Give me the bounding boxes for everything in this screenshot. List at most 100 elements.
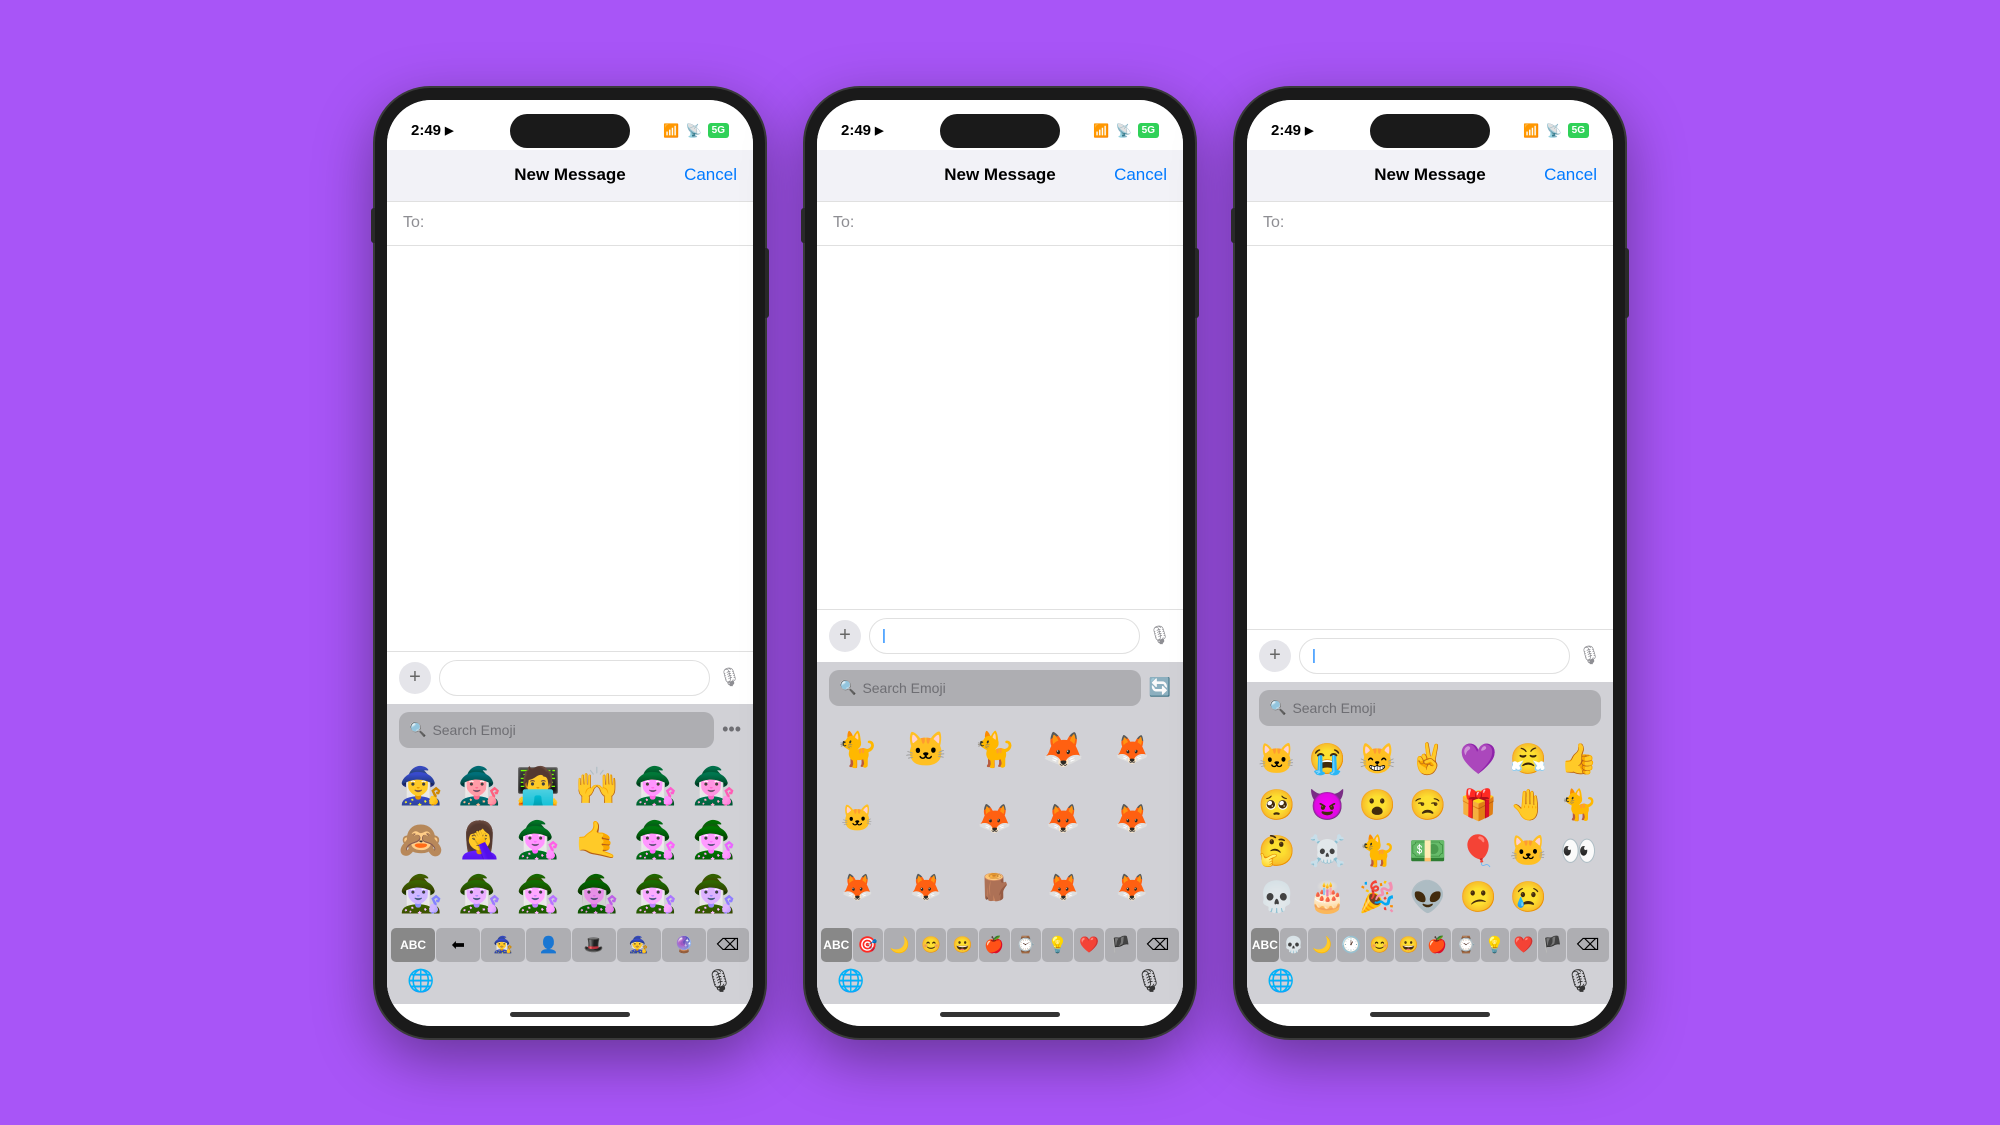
emoji-result-cell[interactable]: 🐱 bbox=[1506, 830, 1550, 874]
cat-key-3f[interactable]: 🍎 bbox=[1423, 928, 1451, 962]
abc-key-2[interactable]: ABC bbox=[821, 928, 852, 962]
sticker-cell[interactable]: 🦊 bbox=[1168, 786, 1183, 851]
mic-bottom-button-2[interactable]: 🎙 bbox=[1135, 968, 1163, 994]
cat-key-2g[interactable]: 💡 bbox=[1042, 928, 1073, 962]
cat-key-2b[interactable]: 🌙 bbox=[884, 928, 915, 962]
emoji-cell[interactable]: 🧙‍♀️ bbox=[630, 868, 682, 920]
emoji-cell[interactable]: 🧙‍♀️ bbox=[512, 814, 564, 866]
abc-key-3[interactable]: ABC bbox=[1251, 928, 1279, 962]
sticker-cell[interactable]: 🦊 bbox=[825, 855, 890, 920]
plus-button-2[interactable]: + bbox=[829, 620, 861, 652]
sticker-cell[interactable]: 🦊 bbox=[1031, 855, 1096, 920]
sticker-cell[interactable]: 🦊 bbox=[1100, 855, 1165, 920]
cat-key-wizard[interactable]: 🧙 bbox=[617, 928, 661, 962]
emoji-cell[interactable]: 🧙‍♀️ bbox=[395, 868, 447, 920]
delete-key-2[interactable]: ⌫ bbox=[1137, 928, 1179, 962]
emoji-result-cell[interactable]: 👽 bbox=[1406, 876, 1450, 920]
sticker-cell[interactable]: 🦊 bbox=[1031, 718, 1096, 783]
cancel-button-2[interactable]: Cancel bbox=[1114, 165, 1167, 185]
emoji-result-cell[interactable]: 😭 bbox=[1305, 738, 1349, 782]
emoji-search-bar-2[interactable]: 🔍 Search Emoji bbox=[829, 670, 1141, 706]
back-key-1[interactable]: ⬅ bbox=[436, 928, 480, 962]
globe-button-2[interactable]: 🌐 bbox=[837, 968, 864, 994]
cat-key-2h[interactable]: ❤️ bbox=[1074, 928, 1105, 962]
sticker-cell[interactable]: 🐱 bbox=[825, 786, 890, 851]
emoji-result-cell[interactable]: ☠️ bbox=[1305, 830, 1349, 874]
cat-key-3e[interactable]: 😀 bbox=[1395, 928, 1423, 962]
cat-key-3a[interactable]: 💀 bbox=[1280, 928, 1308, 962]
cat-key-2i[interactable]: 🏴 bbox=[1105, 928, 1136, 962]
globe-button-1[interactable]: 🌐 bbox=[407, 968, 434, 994]
emoji-cell[interactable]: 🧑‍💻 bbox=[512, 760, 564, 812]
sticker-cell[interactable]: 🦊 bbox=[1168, 718, 1183, 783]
emoji-cell[interactable]: 🙈 bbox=[395, 814, 447, 866]
emoji-result-cell[interactable]: 🐱 bbox=[1255, 738, 1299, 782]
emoji-result-cell[interactable]: 🎈 bbox=[1456, 830, 1500, 874]
cat-key-3j[interactable]: 🏴 bbox=[1538, 928, 1566, 962]
emoji-cell[interactable]: 🧙‍♀️ bbox=[630, 814, 682, 866]
to-field-1[interactable]: To: bbox=[387, 202, 753, 246]
emoji-search-bar-1[interactable]: 🔍 Search Emoji bbox=[399, 712, 714, 748]
message-body-2[interactable] bbox=[817, 246, 1183, 609]
sticker-cell[interactable]: 🐱 bbox=[894, 718, 959, 783]
emoji-result-cell[interactable]: 🤔 bbox=[1255, 830, 1299, 874]
cat-key-hat[interactable]: 🎩 bbox=[572, 928, 616, 962]
cancel-button-1[interactable]: Cancel bbox=[684, 165, 737, 185]
emoji-search-bar-3[interactable]: 🔍 Search Emoji bbox=[1259, 690, 1601, 726]
sticker-cell[interactable]: 🐈 bbox=[962, 718, 1027, 783]
cat-key-2a[interactable]: 🎯 bbox=[853, 928, 884, 962]
cat-key-3g[interactable]: ⌚ bbox=[1452, 928, 1480, 962]
emoji-result-cell[interactable]: 😕 bbox=[1456, 876, 1500, 920]
sticker-cell[interactable]: 🦊 bbox=[1031, 786, 1096, 851]
cat-key-person[interactable]: 👤 bbox=[526, 928, 570, 962]
cancel-button-3[interactable]: Cancel bbox=[1544, 165, 1597, 185]
delete-key-1[interactable]: ⌫ bbox=[707, 928, 749, 962]
emoji-result-cell[interactable]: 😈 bbox=[1305, 784, 1349, 828]
cat-key-witch[interactable]: 🧙‍♀️ bbox=[481, 928, 525, 962]
to-field-2[interactable]: To: bbox=[817, 202, 1183, 246]
emoji-result-cell[interactable]: 😢 bbox=[1506, 876, 1550, 920]
sticker-cell[interactable]: 🪵 bbox=[962, 855, 1027, 920]
emoji-result-cell[interactable]: 👀 bbox=[1557, 830, 1601, 874]
emoji-cell[interactable]: 🧙‍♀️ bbox=[688, 760, 740, 812]
mic-button-2[interactable]: 🎙 bbox=[1148, 625, 1171, 646]
cat-key-3b[interactable]: 🌙 bbox=[1308, 928, 1336, 962]
emoji-options-button-2[interactable]: 🔄 bbox=[1149, 677, 1171, 698]
cat-key-2d[interactable]: 😀 bbox=[947, 928, 978, 962]
to-field-3[interactable]: To: bbox=[1247, 202, 1613, 246]
emoji-result-cell[interactable]: 🤚 bbox=[1506, 784, 1550, 828]
message-body-1[interactable] bbox=[387, 246, 753, 651]
sticker-cell[interactable]: 🦊 bbox=[1100, 786, 1165, 851]
message-body-3[interactable] bbox=[1247, 246, 1613, 629]
emoji-result-cell[interactable]: 😒 bbox=[1406, 784, 1450, 828]
globe-button-3[interactable]: 🌐 bbox=[1267, 968, 1294, 994]
emoji-cell[interactable]: 🧙‍♀️ bbox=[454, 760, 506, 812]
emoji-result-cell[interactable]: 🎉 bbox=[1356, 876, 1400, 920]
message-input-1[interactable] bbox=[439, 660, 710, 696]
emoji-result-cell[interactable]: 🥺 bbox=[1255, 784, 1299, 828]
emoji-result-cell[interactable]: 🐈 bbox=[1356, 830, 1400, 874]
emoji-cell[interactable]: 🧙‍♀️ bbox=[571, 868, 623, 920]
emoji-result-cell[interactable]: 👍 bbox=[1557, 738, 1601, 782]
emoji-result-cell[interactable]: 😮 bbox=[1356, 784, 1400, 828]
cat-key-3i[interactable]: ❤️ bbox=[1510, 928, 1538, 962]
mic-button-3[interactable]: 🎙 bbox=[1578, 645, 1601, 666]
cat-key-3d[interactable]: 😊 bbox=[1366, 928, 1394, 962]
emoji-options-button-1[interactable]: ••• bbox=[722, 719, 741, 740]
sticker-cell[interactable]: 🦊 bbox=[962, 786, 1027, 851]
emoji-cell[interactable]: 🧙‍♀️ bbox=[454, 868, 506, 920]
sticker-cell[interactable]: 🦊 bbox=[1100, 718, 1165, 783]
emoji-cell[interactable]: 🧙‍♀️ bbox=[688, 814, 740, 866]
emoji-result-cell[interactable]: 💜 bbox=[1456, 738, 1500, 782]
emoji-cell[interactable]: 🧙‍♀️ bbox=[395, 760, 447, 812]
emoji-result-cell[interactable]: 💀 bbox=[1255, 876, 1299, 920]
mic-bottom-button-3[interactable]: 🎙 bbox=[1565, 968, 1593, 994]
sticker-cell[interactable]: 🦊 bbox=[894, 855, 959, 920]
cat-key-3h[interactable]: 💡 bbox=[1481, 928, 1509, 962]
delete-key-3[interactable]: ⌫ bbox=[1567, 928, 1609, 962]
sticker-cell[interactable]: 🐈 bbox=[825, 718, 890, 783]
emoji-result-cell[interactable]: 🎂 bbox=[1305, 876, 1349, 920]
cat-key-2c[interactable]: 😊 bbox=[916, 928, 947, 962]
emoji-result-cell[interactable]: 🐈 bbox=[1557, 784, 1601, 828]
message-input-2[interactable] bbox=[869, 618, 1140, 654]
